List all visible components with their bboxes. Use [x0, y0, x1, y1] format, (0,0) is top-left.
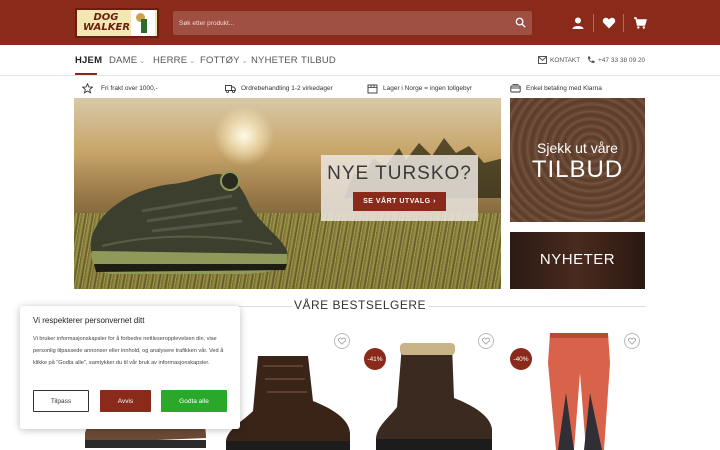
- sun-glow: [214, 106, 274, 166]
- customize-button[interactable]: Tilpass: [33, 390, 89, 412]
- active-nav-indicator: [75, 73, 97, 75]
- box-icon: [367, 84, 378, 93]
- discount-badge: -40%: [510, 348, 532, 370]
- chevron-down-icon: ⌄: [139, 57, 146, 65]
- contact-label: KONTAKT: [550, 56, 581, 64]
- offers-title: TILBUD: [531, 156, 624, 183]
- usp-text: Lager i Norge = ingen tollgebyr: [383, 84, 473, 92]
- product-image: [548, 333, 610, 450]
- accept-label: Godta alle: [179, 397, 209, 405]
- product-card[interactable]: [220, 333, 355, 450]
- usp-item: Ordrebehandling 1-2 virkedager: [225, 82, 333, 94]
- cookie-text: Vi bruker informasjonskapsler for å forb…: [33, 336, 224, 366]
- hero-banner[interactable]: NYE TURSKO? SE VÅRT UTVALG ›: [74, 98, 501, 289]
- customize-label: Tilpass: [50, 397, 72, 405]
- product-card[interactable]: -41%: [364, 333, 499, 450]
- main-navigation: HJEM DAME ⌄ HERRE ⌄ FOTTØY ⌄ NYHETER TILBUD…: [0, 45, 720, 76]
- header-divider: [593, 14, 594, 32]
- cookie-title: Vi respekterer personvernet ditt: [33, 316, 145, 325]
- chevron-right-icon: ›: [433, 198, 436, 205]
- product-image: [375, 343, 492, 450]
- see-selection-label: SE VÅRT UTVALG: [363, 198, 431, 205]
- account-icon[interactable]: [571, 16, 585, 30]
- chevron-down-icon: ⌄: [189, 57, 196, 65]
- header-divider: [623, 14, 624, 32]
- nav-label: HJEM: [75, 55, 103, 66]
- nav-item-tilbud[interactable]: TILBUD: [301, 55, 336, 66]
- search-icon[interactable]: [515, 17, 526, 28]
- wishlist-heart-icon[interactable]: [334, 333, 350, 349]
- dog-walker-emblem-icon: [131, 10, 155, 36]
- logo-line2: WALKER: [83, 22, 131, 33]
- chevron-down-icon: ⌄: [241, 57, 248, 65]
- nav-item-nyheter[interactable]: NYHETER: [251, 55, 298, 66]
- dog-walker-logo[interactable]: DOG WALKER: [75, 8, 159, 38]
- cookie-consent-dialog: Vi respekterer personvernet ditt Vi bruk…: [20, 306, 240, 429]
- search-bar: [173, 11, 532, 35]
- nav-label: FOTTØY: [200, 55, 240, 66]
- hero-title: NYE TURSKO?: [327, 163, 472, 184]
- site-header: DOG WALKER: [0, 0, 720, 45]
- contact-link[interactable]: KONTAKT: [538, 56, 580, 64]
- phone-icon: [587, 56, 595, 64]
- search-input[interactable]: [173, 11, 503, 35]
- phone-link[interactable]: +47 33 38 09 20: [587, 56, 645, 64]
- product-card[interactable]: -40%: [510, 333, 645, 450]
- nav-label: DAME: [109, 55, 138, 66]
- news-banner[interactable]: NYHETER: [510, 232, 645, 289]
- star-icon: [82, 82, 93, 94]
- wishlist-heart-icon[interactable]: [602, 16, 616, 30]
- usp-text: Fri frakt over 1000,-: [101, 84, 158, 92]
- nav-label: HERRE: [153, 55, 188, 66]
- payment-icon: [510, 83, 521, 92]
- usp-item: Enkel betaling med Klarna: [510, 82, 602, 94]
- usp-text: Ordrebehandling 1-2 virkedager: [241, 84, 333, 92]
- logo-text: DOG WALKER: [77, 13, 131, 33]
- product-image: [225, 356, 350, 450]
- cart-icon[interactable]: [633, 16, 647, 30]
- reject-button[interactable]: Avvis: [100, 390, 151, 412]
- see-selection-button[interactable]: SE VÅRT UTVALG ›: [353, 192, 446, 211]
- hero-card: NYE TURSKO? SE VÅRT UTVALG ›: [321, 155, 478, 221]
- news-title: NYHETER: [539, 251, 616, 268]
- usp-text: Enkel betaling med Klarna: [526, 84, 602, 92]
- usp-item: Fri frakt over 1000,-: [82, 82, 158, 94]
- offers-banner[interactable]: Sjekk ut våre TILBUD: [510, 98, 645, 222]
- nav-item-hjem[interactable]: HJEM: [75, 55, 102, 66]
- reject-label: Avvis: [117, 397, 134, 405]
- nav-label: TILBUD: [301, 55, 336, 66]
- wishlist-heart-icon[interactable]: [624, 333, 640, 349]
- offers-subtitle: Sjekk ut våre: [537, 140, 618, 156]
- envelope-icon: [538, 56, 547, 64]
- usp-item: Lager i Norge = ingen tollgebyr: [367, 82, 472, 94]
- truck-icon: [225, 84, 236, 93]
- hiking-shoe-image: [90, 171, 288, 274]
- phone-number: +47 33 38 09 20: [598, 56, 646, 64]
- nav-item-fottoy[interactable]: FOTTØY ⌄: [200, 55, 248, 66]
- accept-all-button[interactable]: Godta alle: [161, 390, 227, 412]
- nav-item-herre[interactable]: HERRE ⌄: [153, 55, 195, 66]
- nav-item-dame[interactable]: DAME ⌄: [109, 55, 145, 66]
- nav-label: NYHETER: [251, 55, 298, 66]
